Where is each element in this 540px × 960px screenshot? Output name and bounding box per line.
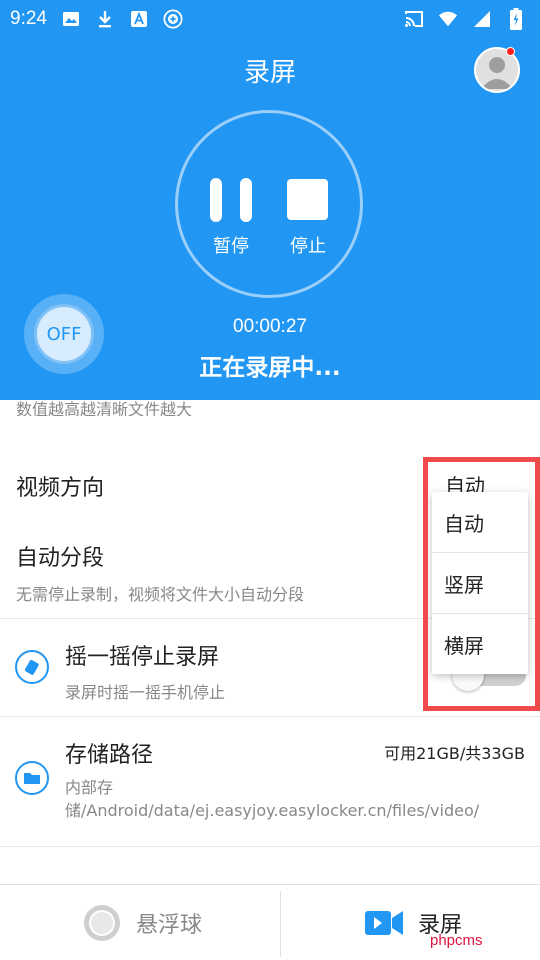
download-icon <box>95 9 115 29</box>
divider <box>0 716 540 717</box>
float-ball-icon <box>84 905 120 941</box>
notification-dot <box>506 47 515 56</box>
recording-control-ring <box>175 110 363 298</box>
folder-icon <box>15 761 49 795</box>
battery-charging-icon <box>506 8 526 30</box>
page-title: 录屏 <box>243 58 296 88</box>
stop-label: 停止 <box>290 236 326 257</box>
quality-hint: 数值越高越清晰文件越大 <box>16 400 193 416</box>
pause-icon <box>210 178 222 222</box>
pause-label: 暂停 <box>213 236 249 257</box>
recording-timer: 00:00:27 <box>233 316 307 337</box>
auto-split-subtitle: 无需停止录制，视频将文件大小自动分段 <box>16 585 305 604</box>
shake-stop-subtitle: 录屏时摇一摇手机停止 <box>65 683 226 702</box>
image-icon <box>61 9 81 29</box>
pause-button[interactable]: 暂停 <box>205 176 257 266</box>
divider <box>0 846 540 847</box>
recording-status: 正在录屏中... <box>199 355 341 381</box>
orientation-title: 视频方向 <box>16 476 105 501</box>
nav-float-ball-label: 悬浮球 <box>136 913 203 938</box>
status-bar: 9:24 <box>0 0 540 38</box>
stop-icon <box>287 179 328 220</box>
shake-icon <box>15 650 49 684</box>
auto-split-title: 自动分段 <box>16 546 105 571</box>
nav-float-ball[interactable]: 悬浮球 <box>82 885 202 960</box>
signal-icon <box>472 9 492 29</box>
nav-divider <box>280 891 281 957</box>
stop-button[interactable]: 停止 <box>283 176 333 266</box>
status-time: 9:24 <box>10 8 47 29</box>
font-icon <box>129 9 149 29</box>
highlight-box <box>423 457 540 711</box>
watermark: phpcms <box>430 932 483 949</box>
storage-title: 存储路径 <box>65 743 154 768</box>
add-circle-icon <box>163 9 183 29</box>
storage-capacity: 可用21GB/共33GB <box>384 744 525 763</box>
video-camera-icon <box>365 911 403 935</box>
pause-icon-bar <box>240 178 252 222</box>
cast-icon <box>404 9 424 29</box>
wifi-icon <box>438 9 458 29</box>
storage-path[interactable]: 内部存储/Android/data/ej.easyjoy.easylocker.… <box>65 776 515 822</box>
shake-stop-title: 摇一摇停止录屏 <box>65 645 220 670</box>
recording-panel: 9:24 录屏 暂停 停止 OFF 00:00:27 正在录屏中... <box>0 0 540 400</box>
